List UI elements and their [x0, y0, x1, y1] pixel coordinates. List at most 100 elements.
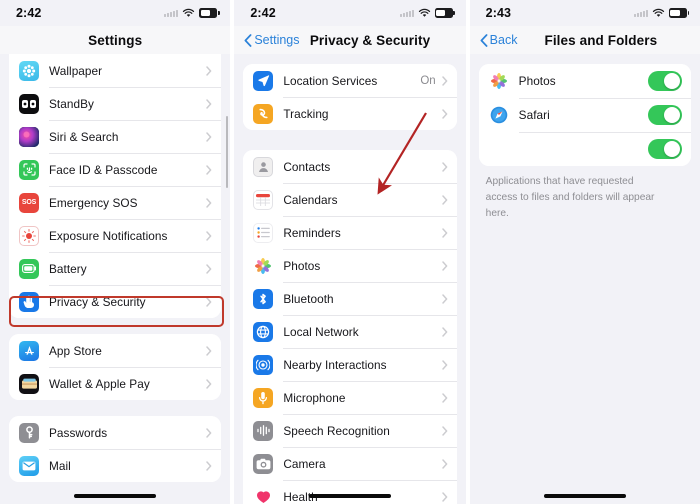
sidebar-item-passwords[interactable]: Passwords — [9, 416, 222, 449]
phone-panel-files-and-folders: 2:43 Back Files and Folders Photos Safar… — [469, 0, 700, 504]
sidebar-item-app-store[interactable]: App Store — [9, 334, 222, 367]
status-bar: 2:42 — [234, 0, 465, 26]
nav-bar: Back Files and Folders — [469, 26, 700, 54]
row-accessory — [206, 65, 212, 76]
home-indicator — [309, 494, 391, 498]
chevron-right-icon — [206, 164, 212, 175]
row-label: Nearby Interactions — [283, 357, 387, 372]
page-title: Settings — [88, 32, 143, 48]
wifi-icon — [652, 8, 665, 17]
row-photos[interactable]: Photos — [243, 249, 457, 282]
sidebar-item-wallet-apple-pay[interactable]: Wallet & Apple Pay — [9, 367, 222, 400]
back-button-label: Back — [489, 33, 518, 47]
row-bluetooth[interactable]: Bluetooth — [243, 282, 457, 315]
battery-app-icon — [19, 258, 39, 279]
privacy-group-apps: Contacts Calendars Reminders Photos Blue… — [243, 150, 457, 504]
settings-scroll-area[interactable]: Wallpaper StandBy Siri & Search Face ID … — [0, 54, 230, 504]
row-accessory — [441, 227, 448, 238]
row-label: Speech Recognition — [283, 423, 390, 438]
row-label: Safari — [518, 108, 550, 122]
row-accessory — [206, 378, 212, 389]
sidebar-item-siri-search[interactable]: Siri & Search — [9, 120, 222, 153]
chevron-right-icon — [206, 345, 212, 356]
row-health[interactable]: Health — [243, 480, 457, 504]
battery-icon — [199, 8, 220, 18]
status-indicators — [164, 8, 220, 18]
row-accessory — [441, 359, 448, 370]
row-tracking[interactable]: Tracking — [243, 97, 457, 130]
exposure-icon — [19, 225, 39, 246]
row-speech-recognition[interactable]: Speech Recognition — [243, 414, 457, 447]
row-microphone[interactable]: Microphone — [243, 381, 457, 414]
chevron-right-icon — [441, 425, 448, 436]
bluetooth-icon — [253, 288, 274, 309]
files-footnote: Applications that have requested access … — [485, 176, 655, 219]
chevron-right-icon — [206, 427, 212, 438]
row-accessory — [441, 260, 448, 271]
home-indicator — [74, 494, 157, 498]
row-label: Microphone — [283, 390, 346, 405]
sidebar-item-exposure-notifications[interactable]: Exposure Notifications — [9, 219, 222, 252]
row-safari-permission[interactable]: Safari — [478, 98, 692, 132]
standby-icon — [19, 93, 39, 114]
home-indicator — [543, 494, 626, 498]
back-button[interactable]: Back — [480, 33, 518, 47]
row-accessory — [441, 458, 448, 469]
chevron-right-icon — [206, 230, 212, 241]
row-nearby-interactions[interactable]: Nearby Interactions — [243, 348, 457, 381]
status-indicators — [399, 8, 456, 18]
row-contacts[interactable]: Contacts — [243, 150, 457, 183]
sidebar-item-wallpaper[interactable]: Wallpaper — [9, 54, 222, 87]
toggle-safari[interactable] — [648, 105, 683, 125]
row-hidden-permission[interactable] — [478, 132, 692, 166]
health-icon — [253, 486, 274, 504]
row-reminders[interactable]: Reminders — [243, 216, 457, 249]
row-label: Photos — [283, 258, 321, 273]
row-location-services[interactable]: Location Services On — [243, 64, 457, 97]
row-accessory — [206, 263, 212, 274]
row-label: Local Network — [283, 324, 359, 339]
wallet-icon — [19, 373, 39, 394]
chevron-right-icon — [206, 65, 212, 76]
row-photos-permission[interactable]: Photos — [478, 64, 692, 98]
wifi-icon — [183, 8, 195, 17]
sidebar-item-battery[interactable]: Battery — [9, 252, 222, 285]
sidebar-item-label: Emergency SOS — [49, 195, 138, 210]
sidebar-item-label: Privacy & Security — [49, 294, 146, 309]
sidebar-item-privacy-security[interactable]: Privacy & Security — [9, 285, 222, 318]
sidebar-item-label: Wallet & Apple Pay — [49, 376, 150, 391]
toggle-hidden-app[interactable] — [648, 139, 683, 159]
chevron-right-icon — [441, 392, 448, 403]
sidebar-item-label: StandBy — [49, 96, 94, 111]
row-accessory — [441, 425, 448, 436]
privacy-scroll-area[interactable]: Location Services On Tracking Contacts C… — [234, 54, 465, 504]
row-local-network[interactable]: Local Network — [243, 315, 457, 348]
sidebar-item-label: Face ID & Passcode — [49, 162, 158, 177]
files-apps-group: Photos Safari — [478, 64, 692, 166]
row-calendars[interactable]: Calendars — [243, 183, 457, 216]
scrollbar-indicator[interactable] — [225, 116, 229, 188]
chevron-left-icon — [480, 33, 488, 47]
appstore-icon — [19, 340, 39, 361]
sidebar-item-label: Battery — [49, 261, 87, 276]
sidebar-item-mail[interactable]: Mail — [9, 449, 222, 482]
files-scroll-area[interactable]: Photos Safari Applications that have req… — [470, 54, 700, 504]
nav-bar: Settings — [0, 26, 231, 54]
back-button[interactable]: Settings — [244, 33, 300, 47]
chevron-right-icon — [206, 296, 212, 307]
privacy-group-top: Location Services On Tracking — [243, 64, 457, 130]
sidebar-item-emergency-sos[interactable]: SOS Emergency SOS — [9, 186, 222, 219]
sidebar-item-face-id-passcode[interactable]: Face ID & Passcode — [9, 153, 222, 186]
row-accessory — [206, 164, 212, 175]
phone-panel-privacy-security: 2:42 Settings Privacy & Security Locatio… — [234, 0, 466, 504]
privacy-icon — [19, 291, 39, 312]
sidebar-item-standby[interactable]: StandBy — [9, 87, 222, 120]
sidebar-item-label: Wallpaper — [49, 63, 103, 78]
chevron-right-icon — [206, 263, 212, 274]
toggle-photos[interactable] — [648, 71, 683, 91]
chevron-right-icon — [441, 491, 448, 502]
row-camera[interactable]: Camera — [243, 447, 457, 480]
row-label: Tracking — [283, 106, 329, 121]
row-label: Reminders — [283, 225, 341, 240]
contacts-icon — [253, 156, 274, 177]
